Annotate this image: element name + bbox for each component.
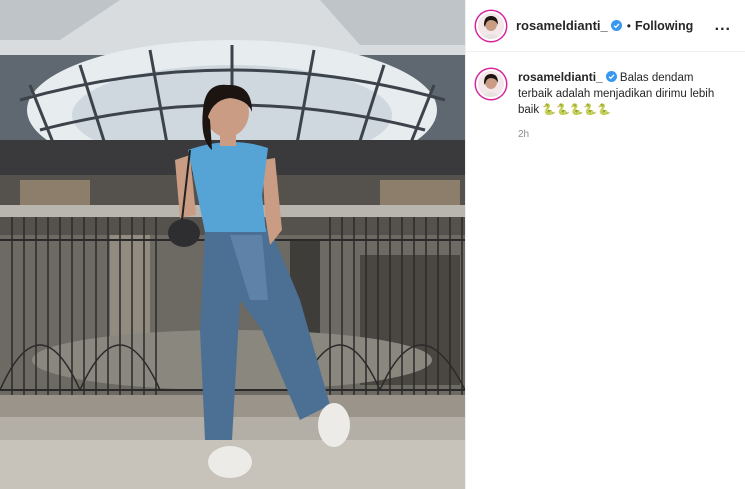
avatar-image <box>478 71 504 97</box>
follow-separator: • <box>626 18 631 33</box>
snake-emoji-icon: 🐍🐍🐍🐍🐍 <box>542 104 611 116</box>
caption-body: rosameldianti_ Balas dendam terbaik adal… <box>518 69 728 143</box>
post-photo[interactable] <box>0 0 465 489</box>
more-options-icon[interactable]: ... <box>715 17 731 35</box>
caption-avatar[interactable] <box>476 69 506 99</box>
post-timestamp[interactable]: 2h <box>518 127 728 143</box>
avatar-image <box>478 12 504 39</box>
post-photo-image <box>0 0 465 489</box>
profile-avatar[interactable] <box>476 10 506 41</box>
verified-badge-icon <box>605 71 617 82</box>
following-button[interactable]: Following <box>635 19 693 33</box>
header-username[interactable]: rosameldianti_ <box>516 18 608 33</box>
caption-username[interactable]: rosameldianti_ <box>518 70 603 84</box>
verified-badge-icon <box>610 20 622 31</box>
caption-comment: rosameldianti_ Balas dendam terbaik adal… <box>466 52 745 143</box>
post-header: rosameldianti_ • Following ... <box>466 0 745 52</box>
post-details-panel: rosameldianti_ • Following ... rosameldi… <box>465 0 745 489</box>
